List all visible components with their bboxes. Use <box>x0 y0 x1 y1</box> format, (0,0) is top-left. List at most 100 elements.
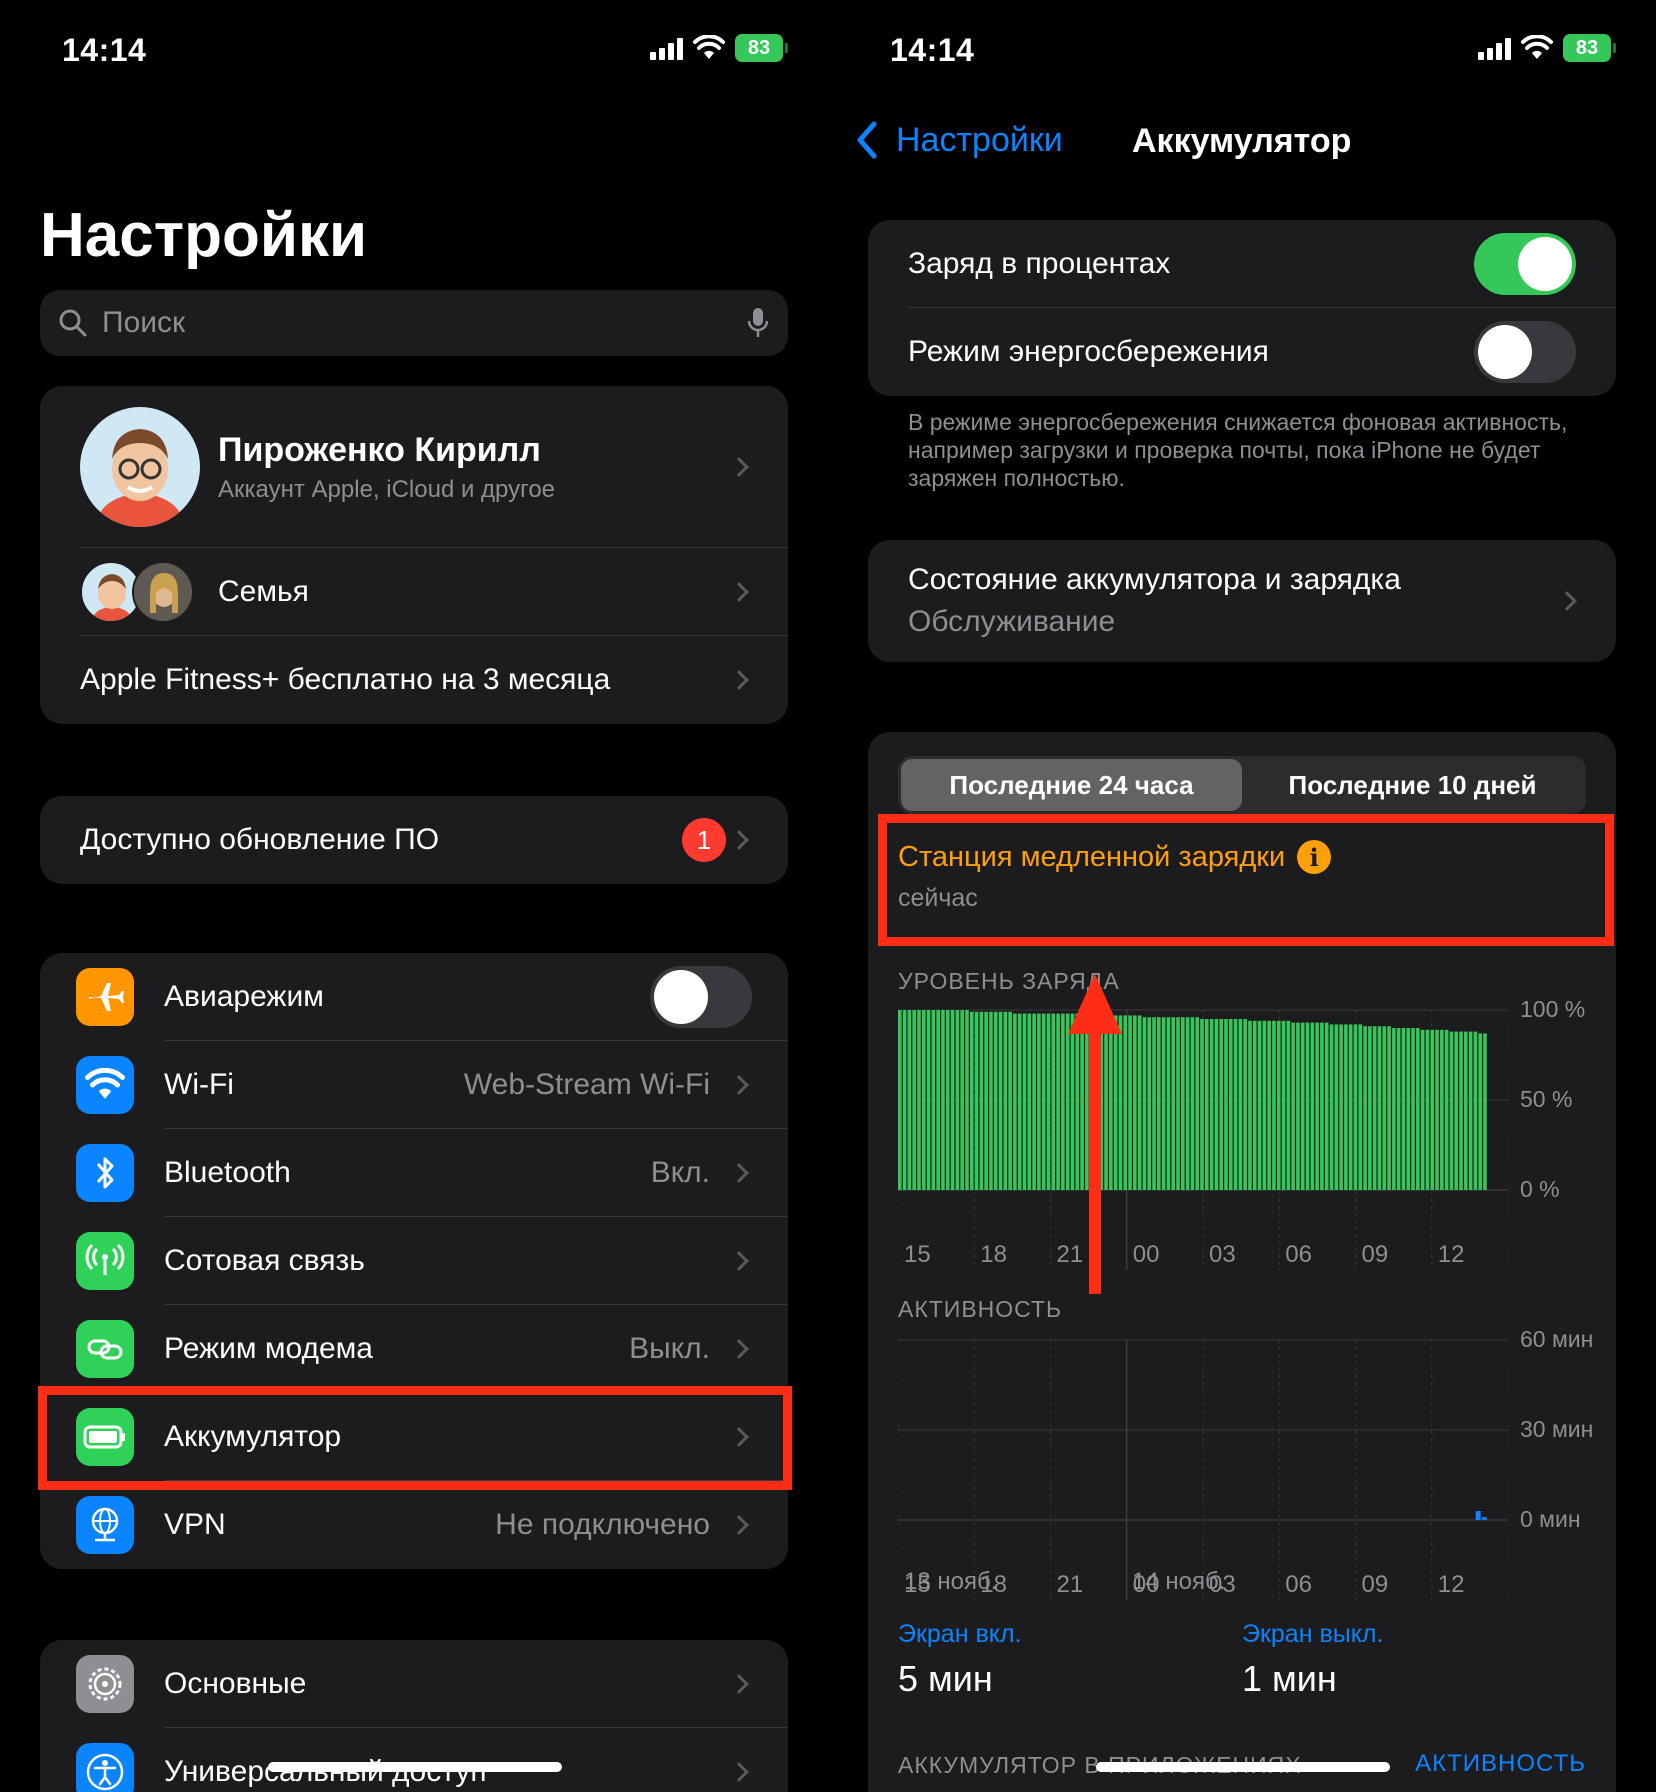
screen-on-label: Экран вкл. <box>898 1620 1022 1648</box>
bar <box>1157 1017 1161 1190</box>
low-power-toggle[interactable] <box>1474 321 1576 383</box>
info-icon[interactable]: i <box>1297 840 1332 874</box>
airplane-mode-row: Авиарежим <box>40 953 788 1041</box>
bar <box>936 1010 940 1190</box>
x-tick-label: 15 <box>904 1241 931 1268</box>
y-tick-label: 0 мин <box>1520 1506 1581 1532</box>
accessibility-row[interactable]: Универсальный доступ <box>40 1728 788 1792</box>
bar <box>1267 1020 1271 1190</box>
cellular-row[interactable]: Сотовая связь <box>40 1217 788 1305</box>
screen-off-value: 1 мин <box>1242 1658 1337 1699</box>
x-tick-label: 21 <box>1057 1571 1084 1598</box>
bar <box>1176 1017 1180 1190</box>
date-label: 13 нояб. <box>904 1568 998 1595</box>
slow-charger-notice[interactable]: Станция медленной зарядки i сейчас <box>898 840 1332 913</box>
bar <box>1363 1026 1367 1190</box>
bar <box>1286 1020 1291 1190</box>
tab-last-10-days[interactable]: Последние 10 дней <box>1242 759 1583 811</box>
bar <box>1324 1022 1329 1190</box>
x-tick-label: 09 <box>1362 1241 1389 1268</box>
microphone-icon[interactable] <box>746 306 770 340</box>
battery-usage-card: Последние 24 часа Последние 10 дней Стан… <box>868 732 1616 1792</box>
wifi-status-icon <box>693 35 725 59</box>
wifi-value: Web-Stream Wi-Fi <box>463 1068 710 1101</box>
bar <box>1358 1024 1363 1190</box>
bar <box>1233 1019 1238 1190</box>
bar <box>941 1010 945 1190</box>
battery-screen: 14:14 83 Настройки Аккумулятор Заряд в п… <box>828 0 1656 1792</box>
bar <box>1056 1013 1060 1190</box>
page-title: Аккумулятор <box>1132 122 1352 160</box>
fitness-offer-row[interactable]: Apple Fitness+ бесплатно на 3 месяца <box>40 636 788 724</box>
bar <box>1228 1019 1233 1190</box>
family-row[interactable]: Семья <box>40 548 788 636</box>
wifi-row[interactable]: Wi-Fi Web-Stream Wi-Fi <box>40 1041 788 1129</box>
battery-health-subtitle: Обслуживание <box>908 605 1116 638</box>
chevron-right-icon <box>729 1163 749 1183</box>
software-update-row[interactable]: Доступно обновление ПО 1 <box>40 796 788 884</box>
bar <box>1329 1024 1334 1190</box>
bar <box>1348 1024 1353 1190</box>
bar <box>1468 1031 1473 1190</box>
bar <box>1003 1011 1008 1190</box>
chevron-left-icon <box>857 121 877 159</box>
bar <box>898 1010 902 1190</box>
battery-status-icon: 83 <box>1563 34 1616 62</box>
back-button[interactable]: Настройки <box>852 118 1063 162</box>
slow-charger-time: сейчас <box>898 884 978 912</box>
globe-network-icon <box>76 1496 134 1554</box>
bar <box>1051 1013 1056 1190</box>
bar <box>950 1010 955 1190</box>
battery-health-row[interactable]: Состояние аккумулятора и зарядка Обслужи… <box>868 540 1616 662</box>
bar <box>1475 1511 1481 1520</box>
bar <box>1276 1020 1281 1190</box>
battery-health-title: Состояние аккумулятора и зарядка <box>908 563 1401 596</box>
wifi-icon <box>76 1056 134 1114</box>
show-activity-button[interactable]: АКТИВНОСТЬ <box>1415 1750 1586 1778</box>
accessibility-label: Универсальный доступ <box>164 1755 788 1789</box>
chevron-right-icon <box>729 830 749 850</box>
bar <box>1344 1024 1348 1190</box>
bar <box>960 1010 964 1190</box>
hotspot-row[interactable]: Режим модема Выкл. <box>40 1305 788 1393</box>
bar <box>1046 1013 1051 1190</box>
bar <box>979 1011 984 1190</box>
vpn-row[interactable]: VPN Не подключено <box>40 1481 788 1569</box>
bar <box>1392 1028 1396 1190</box>
time-range-segmented-control: Последние 24 часа Последние 10 дней <box>898 756 1586 814</box>
bar <box>965 1010 969 1190</box>
x-tick-label: 12 <box>1438 1571 1465 1598</box>
bar <box>1411 1028 1415 1190</box>
bar <box>1200 1019 1204 1190</box>
bluetooth-label: Bluetooth <box>164 1156 291 1189</box>
tab-last-24-hours[interactable]: Последние 24 часа <box>901 759 1242 811</box>
account-row[interactable]: Пироженко Кирилл Аккаунт Apple, iCloud и… <box>40 386 788 548</box>
chevron-right-icon <box>729 1339 749 1359</box>
bluetooth-row[interactable]: Bluetooth Вкл. <box>40 1129 788 1217</box>
airplane-mode-toggle[interactable] <box>650 966 752 1028</box>
bar <box>1444 1029 1449 1190</box>
bar <box>1262 1020 1267 1190</box>
search-field[interactable]: Поиск <box>40 290 788 356</box>
bar <box>989 1011 993 1190</box>
home-indicator[interactable] <box>268 1762 562 1772</box>
hotspot-value: Выкл. <box>629 1332 710 1365</box>
family-avatars <box>80 561 200 623</box>
bar <box>1204 1019 1209 1190</box>
navigation-bar: Настройки Аккумулятор <box>828 118 1656 168</box>
general-row[interactable]: Основные <box>40 1640 788 1728</box>
bar <box>1339 1024 1343 1190</box>
airplane-icon <box>76 968 134 1026</box>
vpn-label: VPN <box>164 1508 226 1541</box>
bar <box>1396 1028 1401 1190</box>
bar <box>1137 1015 1142 1190</box>
battery-row[interactable]: Аккумулятор <box>40 1393 788 1481</box>
bar <box>1478 1033 1483 1190</box>
home-indicator[interactable] <box>1096 1762 1390 1772</box>
battery-percentage-toggle[interactable] <box>1474 233 1576 295</box>
bar <box>1166 1017 1171 1190</box>
clock: 14:14 <box>890 32 975 68</box>
airplane-mode-label: Авиарежим <box>164 980 324 1013</box>
hotspot-label: Режим модема <box>164 1332 373 1365</box>
bar <box>1209 1019 1214 1190</box>
